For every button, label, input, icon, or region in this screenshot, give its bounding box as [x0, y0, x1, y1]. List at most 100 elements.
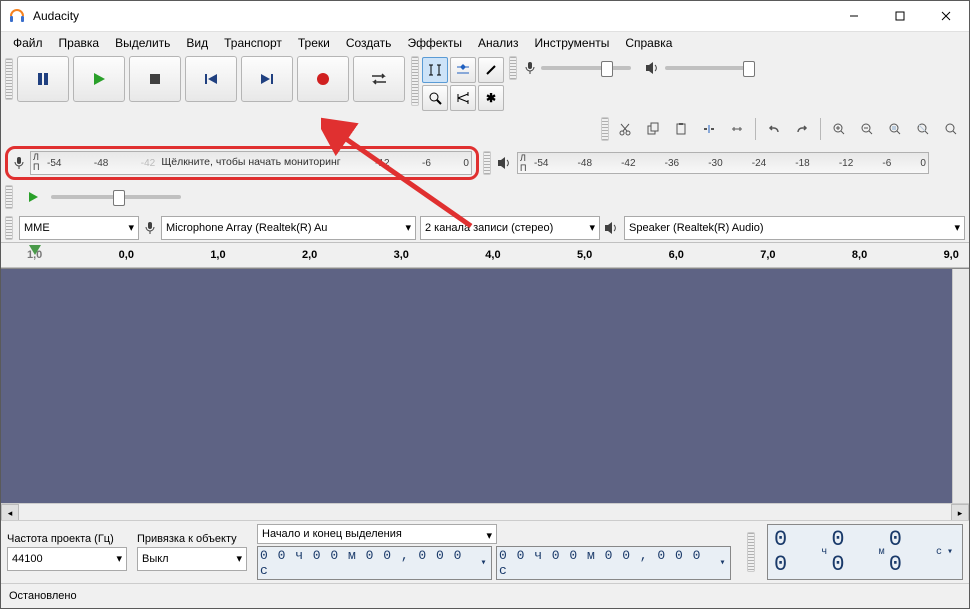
track-area[interactable]: [1, 268, 969, 503]
chevron-down-icon: ▾: [236, 552, 242, 565]
playback-slider[interactable]: [665, 66, 755, 70]
mic-icon: [143, 221, 157, 235]
window-title: Audacity: [33, 9, 831, 23]
chevron-down-icon: ▾: [486, 529, 492, 542]
zoom-fit-button[interactable]: [910, 116, 936, 142]
status-text: Остановлено: [9, 590, 77, 602]
playback-meter[interactable]: ЛП -54-48-42-36-30-24-18-12-60: [517, 152, 929, 174]
toolbar-row-3: [1, 182, 969, 214]
grip-icon[interactable]: [5, 216, 13, 240]
trim-button[interactable]: [696, 116, 722, 142]
chevron-down-icon: ▾: [589, 221, 595, 234]
undo-button[interactable]: [761, 116, 787, 142]
menu-tools[interactable]: Инструменты: [527, 34, 618, 52]
draw-tool[interactable]: [478, 57, 504, 83]
audio-host-combo[interactable]: MME▾: [19, 216, 139, 240]
status-bar: Остановлено: [1, 583, 969, 608]
selection-start-timecode[interactable]: 0 0 ч 0 0 м 0 0 , 0 0 0 с▾: [257, 546, 492, 580]
stop-button[interactable]: [129, 56, 181, 102]
menu-view[interactable]: Вид: [178, 34, 216, 52]
play-button[interactable]: [73, 56, 125, 102]
chevron-down-icon[interactable]: ▾: [479, 557, 489, 569]
play-speed-slider[interactable]: [51, 195, 181, 199]
pause-button[interactable]: [17, 56, 69, 102]
grip-icon[interactable]: [509, 56, 517, 80]
envelope-tool[interactable]: [450, 57, 476, 83]
titlebar: Audacity: [1, 1, 969, 32]
recording-meter-highlight: ЛП -54-48-42-36-30-24-18-12-60 Щёлкните,…: [5, 146, 479, 180]
app-logo-icon: [9, 8, 25, 24]
menu-effects[interactable]: Эффекты: [399, 34, 470, 52]
recording-meter[interactable]: ЛП -54-48-42-36-30-24-18-12-60 Щёлкните,…: [30, 151, 472, 175]
menubar: Файл Правка Выделить Вид Транспорт Треки…: [1, 32, 969, 54]
grip-icon[interactable]: [601, 117, 609, 141]
device-toolbar: MME▾ Microphone Array (Realtek(R) Au▾ 2 …: [1, 214, 969, 242]
menu-analyze[interactable]: Анализ: [470, 34, 527, 52]
copy-button[interactable]: [640, 116, 666, 142]
project-rate-combo[interactable]: 44100▾: [7, 547, 127, 571]
chevron-down-icon: ▾: [128, 221, 134, 234]
horizontal-scrollbar[interactable]: ◂ ▸: [1, 503, 969, 520]
redo-button[interactable]: [789, 116, 815, 142]
menu-edit[interactable]: Правка: [51, 34, 108, 52]
selection-mode-combo[interactable]: Начало и конец выделения▾: [257, 524, 497, 544]
menu-help[interactable]: Справка: [617, 34, 680, 52]
grip-icon[interactable]: [5, 58, 13, 100]
zoom-tool[interactable]: [422, 85, 448, 111]
audio-position-timecode[interactable]: 0 0 ч 0 0 м 0 0 с▾: [767, 524, 963, 580]
recording-volume: [509, 56, 755, 80]
snap-combo[interactable]: Выкл▾: [137, 547, 247, 571]
zoom-sel-button[interactable]: [882, 116, 908, 142]
recording-device-combo[interactable]: Microphone Array (Realtek(R) Au▾: [161, 216, 416, 240]
paste-button[interactable]: [668, 116, 694, 142]
skip-start-button[interactable]: [185, 56, 237, 102]
loop-button[interactable]: [353, 56, 405, 102]
mic-icon: [12, 156, 26, 170]
selection-tool[interactable]: [422, 57, 448, 83]
minimize-button[interactable]: [831, 1, 877, 31]
timeline-ruler[interactable]: 1,0 0,0 1,0 2,0 3,0 4,0 5,0 6,0 7,0 8,0 …: [1, 242, 969, 268]
menu-generate[interactable]: Создать: [338, 34, 400, 52]
chevron-down-icon: ▾: [954, 221, 960, 234]
channels-combo[interactable]: 2 канала записи (стерео)▾: [420, 216, 600, 240]
timeshift-tool[interactable]: [450, 85, 476, 111]
app-window: Audacity Файл Правка Выделить Вид Трансп…: [0, 0, 970, 609]
svg-text:✱: ✱: [486, 91, 496, 105]
toolbar-row-2: ЛП -54-48-42-36-30-24-18-12-60 Щёлкните,…: [1, 144, 969, 182]
chevron-down-icon[interactable]: ▾: [946, 546, 956, 558]
grip-icon[interactable]: [483, 151, 491, 175]
maximize-button[interactable]: [877, 1, 923, 31]
grip-icon[interactable]: [5, 185, 13, 209]
toolbar-row-1: ✱: [1, 54, 969, 144]
recording-slider[interactable]: [541, 66, 631, 70]
menu-file[interactable]: Файл: [5, 34, 51, 52]
speaker-icon: [645, 61, 661, 75]
speaker-icon: [497, 156, 513, 170]
skip-end-button[interactable]: [241, 56, 293, 102]
silence-button[interactable]: [724, 116, 750, 142]
chevron-down-icon: ▾: [116, 552, 122, 565]
vertical-scrollbar[interactable]: [952, 269, 969, 503]
menu-transport[interactable]: Транспорт: [216, 34, 290, 52]
grip-icon[interactable]: [747, 532, 755, 572]
zoom-in-button[interactable]: [826, 116, 852, 142]
grip-icon[interactable]: [411, 56, 419, 106]
chevron-down-icon[interactable]: ▾: [718, 557, 728, 569]
zoom-toggle-button[interactable]: [938, 116, 964, 142]
selection-end-timecode[interactable]: 0 0 ч 0 0 м 0 0 , 0 0 0 с▾: [496, 546, 731, 580]
cut-button[interactable]: [612, 116, 638, 142]
zoom-out-button[interactable]: [854, 116, 880, 142]
record-button[interactable]: [297, 56, 349, 102]
playback-device-combo[interactable]: Speaker (Realtek(R) Audio)▾: [624, 216, 965, 240]
selection-toolbar: Частота проекта (Гц) 44100▾ Привязка к о…: [1, 520, 969, 583]
menu-select[interactable]: Выделить: [107, 34, 178, 52]
mic-icon: [523, 61, 537, 75]
menu-tracks[interactable]: Треки: [290, 34, 338, 52]
close-button[interactable]: [923, 1, 969, 31]
play-at-speed-button[interactable]: [20, 184, 46, 210]
project-rate-label: Частота проекта (Гц): [7, 533, 127, 545]
playback-meter-group: ЛП -54-48-42-36-30-24-18-12-60: [483, 151, 929, 175]
multi-tool[interactable]: ✱: [478, 85, 504, 111]
meter-click-hint: Щёлкните, чтобы начать мониторинг: [31, 156, 471, 168]
speaker-icon: [604, 221, 620, 235]
